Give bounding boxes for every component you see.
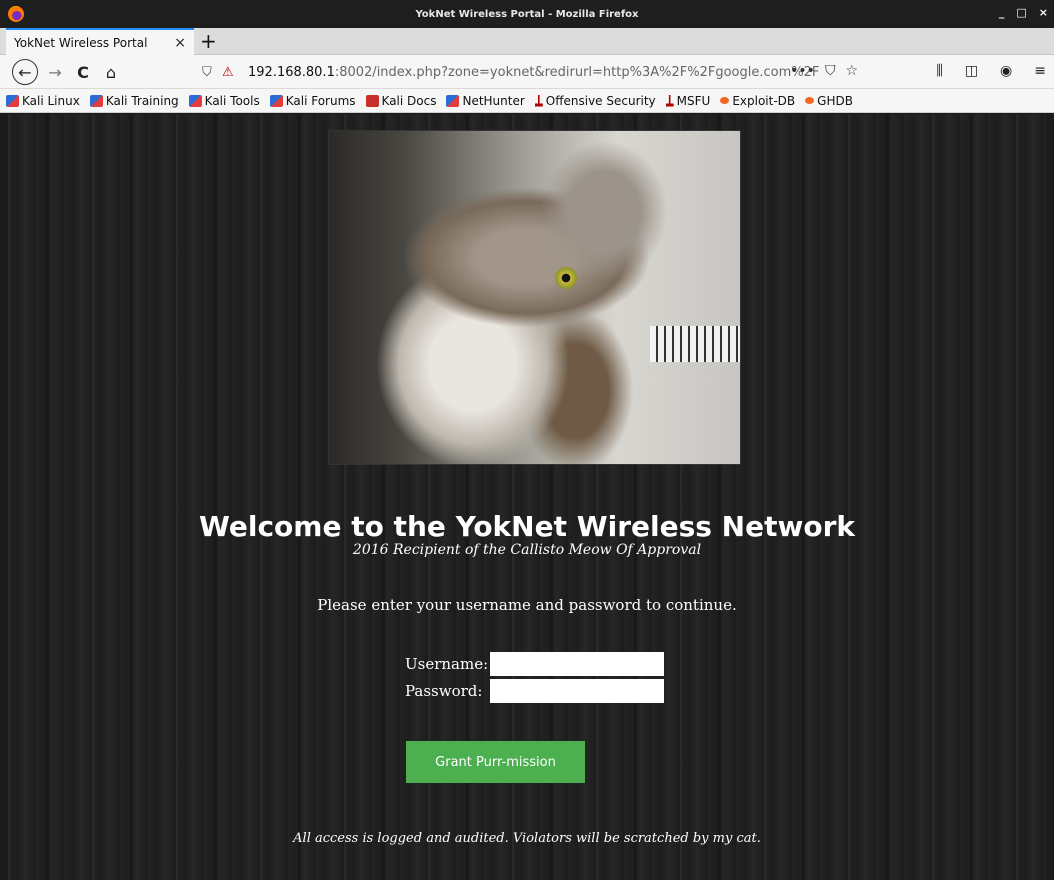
exploit-db-icon <box>720 97 730 104</box>
bookmark-exploit-db[interactable]: Exploit-DB <box>720 94 795 108</box>
kali-docs-icon <box>365 94 379 107</box>
kali-dragon-icon <box>188 94 202 107</box>
address-bar[interactable]: ⛉ ⚠ 192.168.80.1:8002/index.php?zone=yok… <box>192 59 868 85</box>
bookmark-label: Offensive Security <box>545 93 656 108</box>
bookmark-kali-forums[interactable]: Kali Forums <box>269 93 356 108</box>
welcome-heading: Welcome to the YokNet Wireless Network <box>198 510 856 543</box>
back-button[interactable]: ← <box>12 59 38 85</box>
bookmark-label: Kali Training <box>105 93 179 108</box>
window-titlebar: YokNet Wireless Portal - Mozilla Firefox… <box>0 0 1054 28</box>
award-subtitle: 2016 Recipient of the Callisto Meow Of A… <box>352 542 702 558</box>
sidebar-icon[interactable]: ◫ <box>965 63 978 79</box>
username-label: Username: <box>405 655 489 673</box>
cat-photo <box>328 130 741 465</box>
reload-button[interactable]: C <box>72 61 94 83</box>
pocket-icon[interactable]: ⛉ <box>825 63 836 79</box>
hamburger-menu-icon[interactable]: ≡ <box>1034 63 1046 79</box>
window-controls: _ □ × <box>999 6 1048 19</box>
password-row: Password: <box>405 679 664 703</box>
bookmark-ghdb[interactable]: GHDB <box>805 94 853 108</box>
bookmark-kali-tools[interactable]: Kali Tools <box>188 93 260 108</box>
offsec-icon <box>665 94 674 107</box>
bookmark-label: Kali Tools <box>204 93 260 108</box>
bookmark-label: Kali Forums <box>285 93 356 108</box>
login-instructions: Please enter your username and password … <box>317 596 737 614</box>
account-icon[interactable]: ◉ <box>1000 63 1012 79</box>
window-title: YokNet Wireless Portal - Mozilla Firefox <box>415 8 639 20</box>
bookmark-kali-linux[interactable]: Kali Linux <box>6 94 80 108</box>
grant-purr-mission-button[interactable]: Grant Purr-mission <box>406 741 585 783</box>
url-host: 192.168.80.1 <box>248 64 335 80</box>
page-actions-menu-icon[interactable]: ••• <box>790 63 815 79</box>
forward-button[interactable]: → <box>44 61 66 83</box>
bookmark-label: MSFU <box>676 93 711 108</box>
password-label: Password: <box>405 682 483 700</box>
page-actions: ••• ⛉ ☆ <box>790 63 858 79</box>
exploit-db-icon <box>805 97 815 104</box>
tab-yoknet-portal[interactable]: YokNet Wireless Portal × <box>6 28 194 55</box>
close-window-button[interactable]: × <box>1039 6 1048 19</box>
tracking-shield-icon[interactable]: ⛉ <box>202 65 216 80</box>
kali-dragon-icon <box>446 94 460 107</box>
bookmark-label: Kali Docs <box>381 93 437 108</box>
tab-strip: YokNet Wireless Portal × + <box>0 28 1054 55</box>
bookmark-kali-training[interactable]: Kali Training <box>89 93 179 108</box>
tab-close-icon[interactable]: × <box>174 35 186 51</box>
navigation-toolbar: ← → C ⌂ ⛉ ⚠ 192.168.80.1:8002/index.php?… <box>0 55 1054 89</box>
bookmark-kali-docs[interactable]: Kali Docs <box>365 93 437 108</box>
insecure-connection-icon[interactable]: ⚠ <box>222 65 238 80</box>
maximize-button[interactable]: □ <box>1016 6 1026 19</box>
bookmark-label: NetHunter <box>462 93 525 108</box>
url-text[interactable]: 192.168.80.1:8002/index.php?zone=yoknet&… <box>248 65 819 80</box>
bookmark-label: Exploit-DB <box>732 93 796 108</box>
cat-eye <box>555 267 577 289</box>
keyboard-in-photo <box>650 326 740 362</box>
portal-page: Welcome to the YokNet Wireless Network 2… <box>8 114 1046 880</box>
kali-dragon-icon <box>89 94 103 107</box>
username-input[interactable] <box>490 652 664 676</box>
bookmark-offensive-security[interactable]: Offensive Security <box>534 93 656 108</box>
kali-dragon-icon <box>269 94 283 107</box>
access-log-notice: All access is logged and audited. Violat… <box>293 831 761 846</box>
home-button[interactable]: ⌂ <box>100 61 122 83</box>
url-path: :8002/index.php?zone=yoknet&redirurl=htt… <box>334 64 820 80</box>
bookmark-msfu[interactable]: MSFU <box>665 93 711 108</box>
kali-dragon-icon <box>6 94 19 107</box>
bookmark-star-icon[interactable]: ☆ <box>845 63 858 79</box>
bookmark-nethunter[interactable]: NetHunter <box>446 93 525 108</box>
library-icon[interactable]: ⫼ <box>936 63 942 79</box>
bookmark-label: Kali Linux <box>22 93 80 108</box>
new-tab-button[interactable]: + <box>200 30 217 52</box>
bookmark-label: GHDB <box>817 93 853 108</box>
password-input[interactable] <box>490 679 664 703</box>
toolbar-right: ⫼ ◫ ◉ ≡ <box>936 63 1046 79</box>
offsec-icon <box>534 94 543 107</box>
firefox-logo-icon <box>8 6 24 22</box>
username-row: Username: <box>405 652 664 676</box>
tab-title: YokNet Wireless Portal <box>14 35 148 50</box>
minimize-button[interactable]: _ <box>999 6 1005 19</box>
bookmarks-toolbar: Kali Linux Kali Training Kali Tools Kali… <box>0 89 1054 113</box>
